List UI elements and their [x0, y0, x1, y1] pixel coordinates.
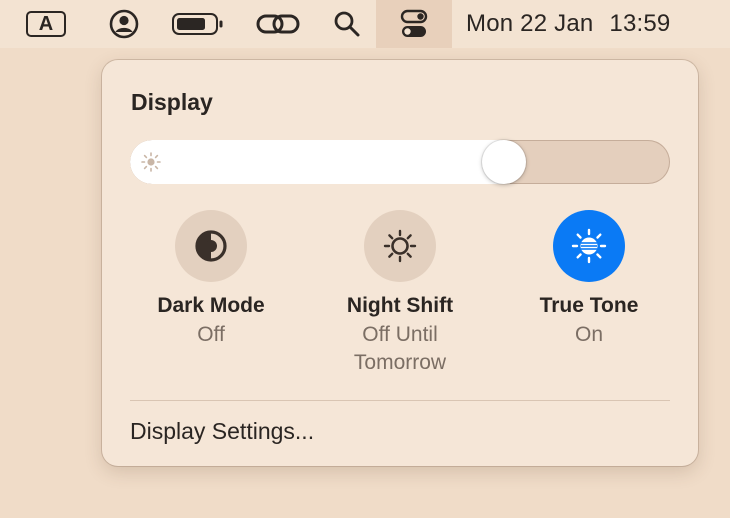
link-menu[interactable]	[254, 0, 302, 48]
night-shift-button[interactable]	[364, 210, 436, 282]
brightness-slider-knob[interactable]	[482, 140, 526, 184]
menu-clock[interactable]: Mon 22 Jan 13:59	[466, 0, 706, 48]
user-icon	[109, 9, 139, 39]
clock-date: Mon 22 Jan	[466, 10, 594, 37]
brightness-slider-fill	[130, 140, 504, 184]
battery-icon	[172, 13, 223, 35]
display-settings-link[interactable]: Display Settings...	[130, 418, 314, 445]
dark-mode-toggle[interactable]: Dark Mode Off	[116, 210, 306, 349]
clock-time: 13:59	[609, 10, 671, 37]
search-icon	[334, 11, 360, 37]
link-icon	[256, 14, 300, 34]
user-menu[interactable]	[104, 0, 144, 48]
control-center-icon	[400, 9, 428, 37]
control-center-button[interactable]	[376, 0, 452, 48]
night-shift-status: Off Until Tomorrow	[353, 323, 447, 374]
true-tone-status: On	[574, 323, 603, 346]
dark-mode-label: Dark Mode	[157, 294, 265, 317]
night-shift-toggle[interactable]: Night Shift Off Until Tomorrow	[305, 210, 495, 377]
true-tone-icon	[571, 228, 607, 264]
panel-title: Display	[131, 89, 213, 115]
input-source-menu[interactable]: A	[24, 0, 68, 48]
input-source-letter: A	[38, 12, 54, 35]
true-tone-label: True Tone	[539, 294, 639, 317]
dark-mode-status: Off	[197, 323, 225, 346]
spotlight-search[interactable]	[330, 0, 364, 48]
night-shift-label: Night Shift	[346, 294, 454, 317]
input-source-icon: A	[26, 11, 66, 37]
true-tone-button[interactable]	[553, 210, 625, 282]
dark-mode-icon	[195, 230, 227, 262]
panel-divider	[130, 400, 670, 401]
menu-bar: A Mon 22 Jan 13:59	[0, 0, 730, 48]
true-tone-toggle[interactable]: True Tone On	[494, 210, 684, 349]
dark-mode-button[interactable]	[175, 210, 247, 282]
display-panel: Display Dark Mode Off Night Shift Off Un…	[102, 60, 698, 466]
brightness-slider[interactable]	[130, 140, 670, 184]
brightness-sun-icon	[141, 152, 161, 172]
battery-menu[interactable]	[170, 0, 226, 48]
night-shift-icon	[383, 229, 417, 263]
